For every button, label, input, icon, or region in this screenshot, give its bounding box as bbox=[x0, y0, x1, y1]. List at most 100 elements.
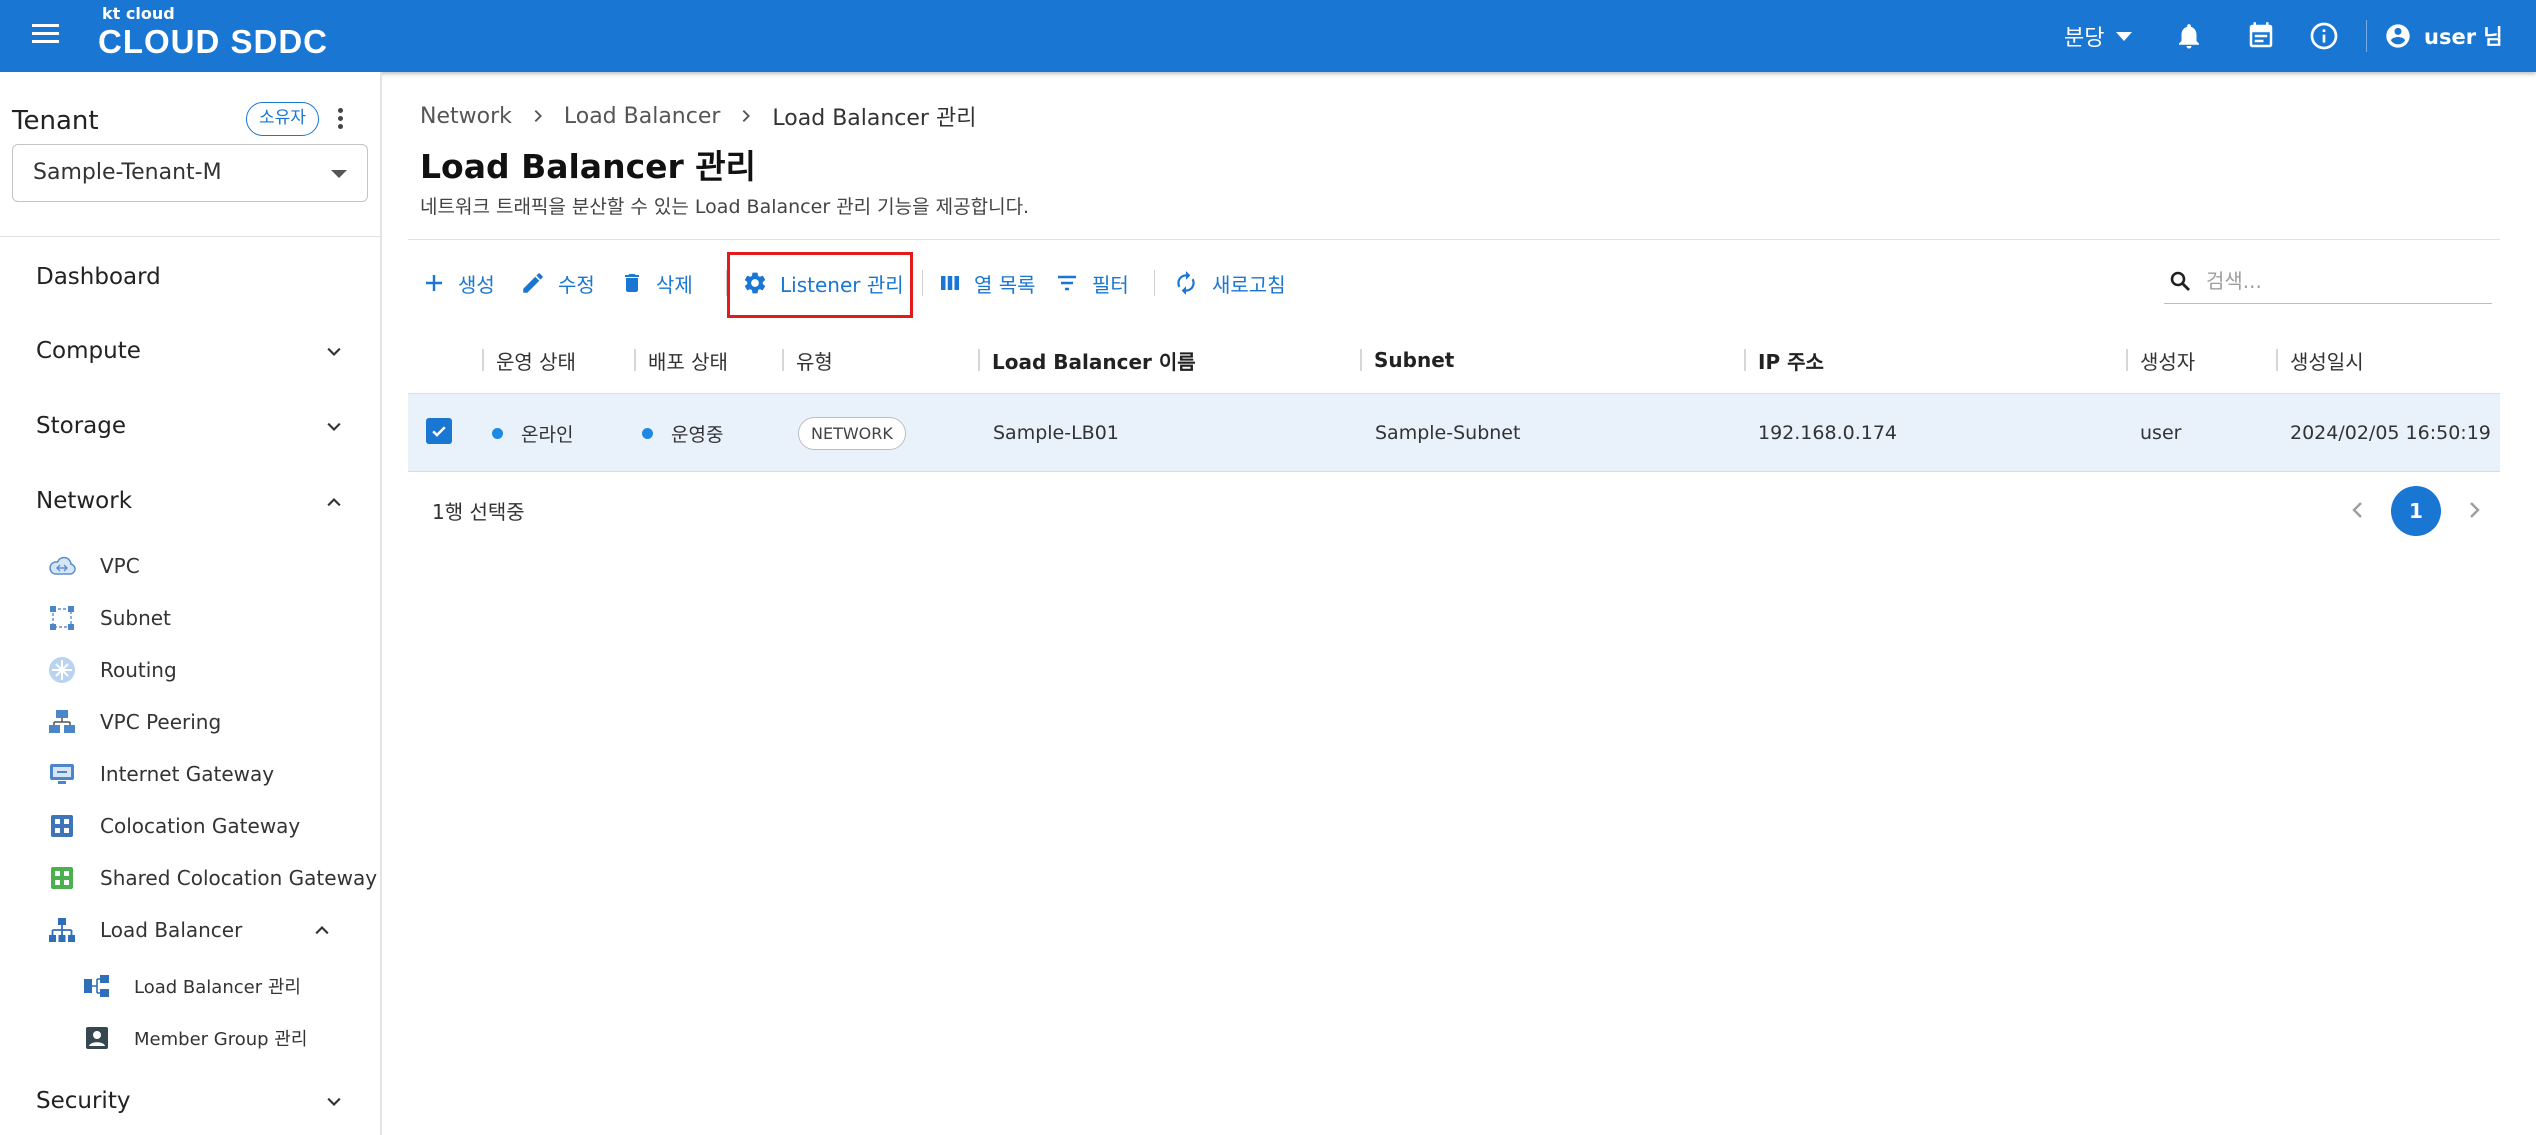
chevron-right-icon bbox=[738, 108, 754, 124]
type-chip: NETWORK bbox=[798, 416, 906, 450]
edit-button[interactable]: 수정 bbox=[520, 266, 595, 300]
row-checkbox[interactable] bbox=[426, 418, 452, 444]
breadcrumb-load-balancer[interactable]: Load Balancer bbox=[564, 104, 721, 129]
chevron-right-icon[interactable] bbox=[2462, 498, 2486, 522]
table-header: 운영 상태 배포 상태 유형 Load Balancer 이름 Subnet I… bbox=[408, 326, 2500, 394]
sidebar-item-vpc[interactable]: VPC bbox=[46, 546, 140, 586]
menu-network[interactable]: Network bbox=[36, 488, 132, 514]
sidebar: Tenant 소유자 Sample-Tenant-M Dashboard Com… bbox=[0, 72, 382, 1135]
menu-compute[interactable]: Compute bbox=[36, 338, 141, 364]
divider bbox=[408, 239, 2500, 240]
calendar-icon[interactable] bbox=[2246, 20, 2276, 52]
cell-op-status: 온라인 bbox=[492, 394, 573, 472]
selection-count: 1행 선택중 bbox=[432, 500, 525, 524]
col-op-status[interactable]: 운영 상태 bbox=[482, 326, 576, 394]
chevron-down-icon[interactable] bbox=[324, 1092, 344, 1112]
plus-icon bbox=[426, 275, 442, 291]
user-menu[interactable]: user 님 bbox=[2366, 0, 2503, 72]
app-logo[interactable]: kt cloud CLOUD SDDC bbox=[98, 6, 328, 62]
refresh-button[interactable]: 새로고침 bbox=[1172, 266, 1286, 300]
search-box[interactable] bbox=[2164, 258, 2492, 304]
tenant-title: Tenant bbox=[12, 106, 99, 136]
page-description: 네트워크 트래픽을 분산할 수 있는 Load Balancer 관리 기능을 … bbox=[420, 196, 1030, 218]
subnet-icon bbox=[46, 602, 78, 634]
columns-button[interactable]: 열 목록 bbox=[938, 266, 1036, 300]
divider bbox=[2366, 20, 2367, 52]
shared-colocation-icon bbox=[46, 862, 78, 894]
divider bbox=[922, 270, 923, 296]
breadcrumb: Network Load Balancer Load Balancer 관리 bbox=[420, 100, 976, 132]
chevron-down-icon[interactable] bbox=[324, 417, 344, 437]
chevron-right-icon bbox=[530, 108, 546, 124]
info-icon[interactable] bbox=[2308, 20, 2340, 52]
cloud-icon bbox=[46, 550, 78, 582]
filter-button[interactable]: 필터 bbox=[1054, 266, 1129, 300]
chevron-down-icon[interactable] bbox=[324, 342, 344, 362]
chevron-left-icon[interactable] bbox=[2346, 498, 2370, 522]
chevron-up-icon[interactable] bbox=[312, 920, 332, 940]
branch-label: 분당 bbox=[2064, 26, 2105, 51]
col-subnet[interactable]: Subnet bbox=[1360, 326, 1454, 394]
chevron-up-icon[interactable] bbox=[324, 492, 344, 512]
colocation-icon bbox=[46, 810, 78, 842]
menu-security[interactable]: Security bbox=[36, 1088, 130, 1114]
sidebar-item-internet-gateway[interactable]: Internet Gateway bbox=[46, 754, 274, 794]
search-input[interactable] bbox=[2206, 268, 2466, 293]
highlight-annotation bbox=[727, 252, 913, 318]
menu-icon[interactable] bbox=[32, 24, 60, 48]
tenant-select-value: Sample-Tenant-M bbox=[33, 160, 222, 185]
breadcrumb-network[interactable]: Network bbox=[420, 104, 512, 129]
member-group-icon bbox=[82, 1023, 112, 1053]
sidebar-item-routing[interactable]: Routing bbox=[46, 650, 177, 690]
divider bbox=[1154, 270, 1155, 296]
sidebar-item-member-group[interactable]: Member Group 관리 bbox=[82, 1020, 307, 1056]
peering-icon bbox=[46, 706, 78, 738]
col-created-at[interactable]: 생성일시 bbox=[2276, 326, 2364, 394]
delete-button[interactable]: 삭제 bbox=[620, 266, 693, 300]
trash-icon bbox=[625, 274, 639, 292]
search-icon bbox=[2170, 271, 2190, 291]
col-lb-name[interactable]: Load Balancer 이름 bbox=[978, 326, 1196, 394]
col-type[interactable]: 유형 bbox=[782, 326, 833, 394]
sidebar-item-lb-manage[interactable]: Load Balancer 관리 bbox=[82, 968, 301, 1004]
cell-type: NETWORK bbox=[798, 394, 906, 472]
col-creator[interactable]: 생성자 bbox=[2126, 326, 2195, 394]
menu-dashboard[interactable]: Dashboard bbox=[36, 264, 161, 290]
user-name: user 님 bbox=[2424, 25, 2503, 49]
tenant-select[interactable]: Sample-Tenant-M bbox=[12, 144, 368, 202]
pencil-icon bbox=[523, 273, 543, 293]
cell-subnet: Sample-Subnet bbox=[1375, 422, 1521, 444]
create-button[interactable]: 생성 bbox=[422, 266, 495, 300]
status-dot bbox=[492, 427, 503, 439]
check-icon bbox=[432, 426, 446, 437]
filter-icon bbox=[1058, 275, 1076, 291]
refresh-icon bbox=[1177, 271, 1195, 295]
cell-ip: 192.168.0.174 bbox=[1758, 422, 1898, 444]
sidebar-item-load-balancer[interactable]: Load Balancer bbox=[46, 910, 242, 950]
col-deploy-status[interactable]: 배포 상태 bbox=[634, 326, 728, 394]
cell-deploy-status: 운영중 bbox=[642, 394, 723, 472]
col-ip[interactable]: IP 주소 bbox=[1744, 326, 1824, 394]
page-title: Load Balancer 관리 bbox=[420, 147, 756, 186]
more-vert-icon[interactable] bbox=[338, 108, 344, 132]
routing-icon bbox=[46, 654, 78, 686]
sidebar-item-colocation-gateway[interactable]: Colocation Gateway bbox=[46, 806, 300, 846]
page-button[interactable]: 1 bbox=[2391, 486, 2441, 536]
menu-storage[interactable]: Storage bbox=[36, 413, 126, 439]
branch-selector[interactable]: 분당 bbox=[2064, 0, 2133, 72]
sidebar-item-subnet[interactable]: Subnet bbox=[46, 598, 171, 638]
caret-down-icon bbox=[2116, 31, 2133, 41]
bell-icon[interactable] bbox=[2174, 20, 2204, 52]
divider bbox=[0, 236, 380, 237]
sidebar-item-vpc-peering[interactable]: VPC Peering bbox=[46, 702, 221, 742]
top-app-bar: kt cloud CLOUD SDDC 분당 user 님 bbox=[0, 0, 2536, 72]
cell-created-at: 2024/02/05 16:50:19 bbox=[2290, 422, 2491, 444]
caret-down-icon bbox=[331, 170, 347, 178]
breadcrumb-current: Load Balancer 관리 bbox=[772, 106, 977, 131]
sidebar-item-shared-colocation-gateway[interactable]: Shared Colocation Gateway bbox=[46, 858, 377, 898]
columns-icon bbox=[941, 276, 959, 290]
table-row[interactable]: 온라인 운영중 NETWORK Sample-LB01 Sample-Subne… bbox=[408, 394, 2500, 472]
lb-manage-icon bbox=[82, 971, 112, 1001]
owner-badge[interactable]: 소유자 bbox=[246, 102, 319, 136]
account-icon bbox=[2386, 24, 2410, 48]
